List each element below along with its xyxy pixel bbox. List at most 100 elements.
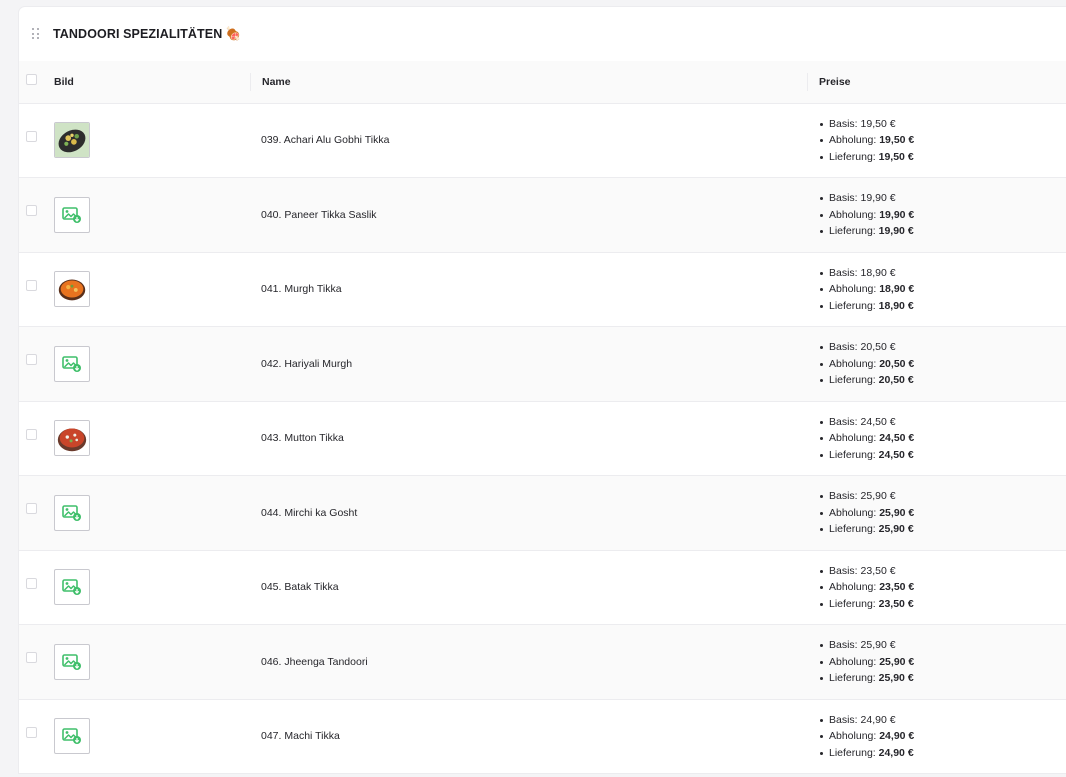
row-select-cell [19, 252, 54, 327]
price-list: Basis: 18,90 € Abholung: 18,90 € Lieferu… [819, 265, 1066, 315]
price-base: Basis: 25,90 € [819, 488, 1066, 505]
table-row[interactable]: 041. Murgh Tikka Basis: 18,90 € Abholung… [19, 252, 1066, 327]
table-row[interactable]: 044. Mirchi ka Gosht Basis: 25,90 € Abho… [19, 475, 1066, 551]
price-list: Basis: 23,50 € Abholung: 23,50 € Lieferu… [819, 563, 1066, 613]
row-select-cell [19, 476, 54, 551]
price-delivery: Lieferung: 19,50 € [819, 149, 1066, 166]
price-pickup: Abholung: 23,50 € [819, 579, 1066, 596]
image-placeholder-icon [62, 206, 81, 223]
section-header: TANDOORI SPEZIALITÄTEN 🍖 [19, 7, 1066, 61]
image-placeholder-icon [62, 653, 81, 670]
price-base: Basis: 19,90 € [819, 190, 1066, 207]
product-thumbnail[interactable] [54, 569, 90, 606]
row-select-cell [19, 401, 54, 476]
table-row[interactable]: 047. Machi Tikka Basis: 24,90 € Abholung… [19, 699, 1066, 773]
row-checkbox[interactable] [26, 354, 37, 366]
price-delivery: Lieferung: 25,90 € [819, 670, 1066, 687]
product-thumbnail[interactable] [54, 345, 90, 382]
product-name: 041. Murgh Tikka [261, 283, 342, 296]
image-placeholder-icon [62, 355, 81, 372]
price-delivery: Lieferung: 24,90 € [819, 745, 1066, 762]
price-base: Basis: 25,90 € [819, 637, 1066, 654]
select-all-checkbox[interactable] [26, 74, 37, 86]
meat-emoji-icon: 🍖 [225, 26, 242, 41]
row-checkbox[interactable] [26, 652, 37, 664]
row-select-cell [19, 178, 54, 253]
table-row[interactable]: 046. Jheenga Tandoori Basis: 25,90 € Abh… [19, 624, 1066, 700]
column-header-name[interactable]: Name [250, 61, 807, 104]
dish-photo-icon [55, 421, 89, 456]
price-list: Basis: 19,90 € Abholung: 19,90 € Lieferu… [819, 190, 1066, 240]
section-title: TANDOORI SPEZIALITÄTEN [53, 27, 223, 41]
price-pickup: Abholung: 18,90 € [819, 281, 1066, 298]
table-row[interactable]: 042. Hariyali Murgh Basis: 20,50 € Abhol… [19, 326, 1066, 402]
drag-handle-icon[interactable] [32, 28, 42, 40]
product-thumbnail[interactable] [54, 718, 90, 755]
price-cell: Basis: 20,50 € Abholung: 20,50 € Lieferu… [807, 327, 1066, 402]
image-cell [54, 178, 250, 253]
product-thumbnail[interactable] [54, 196, 90, 233]
price-delivery: Lieferung: 19,90 € [819, 223, 1066, 240]
menu-section-panel: TANDOORI SPEZIALITÄTEN 🍖 Bild Name Preis… [19, 7, 1066, 773]
product-name: 042. Hariyali Murgh [261, 357, 353, 370]
image-cell [54, 103, 250, 178]
price-delivery: Lieferung: 23,50 € [819, 596, 1066, 613]
column-header-image[interactable]: Bild [54, 61, 250, 104]
row-checkbox[interactable] [26, 205, 37, 217]
image-cell [54, 699, 250, 773]
product-name: 040. Paneer Tikka Saslik [261, 208, 377, 221]
price-cell: Basis: 18,90 € Abholung: 18,90 € Lieferu… [807, 252, 1066, 327]
price-cell: Basis: 23,50 € Abholung: 23,50 € Lieferu… [807, 550, 1066, 625]
table-body: 039. Achari Alu Gobhi Tikka Basis: 19,50… [19, 103, 1066, 773]
price-list: Basis: 24,50 € Abholung: 24,50 € Lieferu… [819, 414, 1066, 464]
dish-photo-icon [55, 123, 89, 158]
price-base: Basis: 23,50 € [819, 563, 1066, 580]
price-cell: Basis: 19,90 € Abholung: 19,90 € Lieferu… [807, 178, 1066, 253]
table-row[interactable]: 045. Batak Tikka Basis: 23,50 € Abholung… [19, 550, 1066, 625]
product-name: 047. Machi Tikka [261, 730, 340, 743]
table-row[interactable]: 039. Achari Alu Gobhi Tikka Basis: 19,50… [19, 103, 1066, 178]
row-checkbox[interactable] [26, 503, 37, 515]
table-row[interactable]: 040. Paneer Tikka Saslik Basis: 19,90 € … [19, 177, 1066, 253]
product-thumbnail[interactable] [54, 420, 90, 457]
products-table: Bild Name Preise 039. Achari Alu Gobhi T… [19, 61, 1066, 773]
row-select-cell [19, 625, 54, 700]
row-select-cell [19, 550, 54, 625]
price-list: Basis: 25,90 € Abholung: 25,90 € Lieferu… [819, 488, 1066, 538]
product-thumbnail[interactable] [54, 271, 90, 308]
price-pickup: Abholung: 25,90 € [819, 654, 1066, 671]
product-thumbnail[interactable] [54, 122, 90, 159]
price-base: Basis: 18,90 € [819, 265, 1066, 282]
price-cell: Basis: 25,90 € Abholung: 25,90 € Lieferu… [807, 476, 1066, 551]
price-pickup: Abholung: 25,90 € [819, 505, 1066, 522]
image-placeholder-icon [62, 504, 81, 521]
price-base: Basis: 19,50 € [819, 116, 1066, 133]
column-header-prices[interactable]: Preise [807, 61, 1066, 104]
image-placeholder-icon [62, 728, 81, 745]
row-select-cell [19, 699, 54, 773]
row-checkbox[interactable] [26, 279, 37, 291]
price-delivery: Lieferung: 24,50 € [819, 447, 1066, 464]
image-cell [54, 476, 250, 551]
row-select-cell [19, 327, 54, 402]
product-thumbnail[interactable] [54, 494, 90, 531]
row-checkbox[interactable] [26, 428, 37, 440]
image-cell [54, 327, 250, 402]
image-cell [54, 401, 250, 476]
row-checkbox[interactable] [26, 577, 37, 589]
product-name: 046. Jheenga Tandoori [261, 655, 368, 668]
product-thumbnail[interactable] [54, 643, 90, 680]
table-row[interactable]: 043. Mutton Tikka Basis: 24,50 € Abholun… [19, 401, 1066, 476]
price-cell: Basis: 19,50 € Abholung: 19,50 € Lieferu… [807, 103, 1066, 178]
price-delivery: Lieferung: 18,90 € [819, 298, 1066, 315]
price-pickup: Abholung: 20,50 € [819, 356, 1066, 373]
price-list: Basis: 19,50 € Abholung: 19,50 € Lieferu… [819, 116, 1066, 166]
table-header-row: Bild Name Preise [19, 61, 1066, 104]
product-name: 045. Batak Tikka [261, 581, 339, 594]
row-checkbox[interactable] [26, 130, 37, 142]
price-pickup: Abholung: 24,90 € [819, 728, 1066, 745]
price-pickup: Abholung: 24,50 € [819, 430, 1066, 447]
price-cell: Basis: 24,50 € Abholung: 24,50 € Lieferu… [807, 401, 1066, 476]
price-pickup: Abholung: 19,90 € [819, 207, 1066, 224]
row-checkbox[interactable] [26, 726, 37, 738]
